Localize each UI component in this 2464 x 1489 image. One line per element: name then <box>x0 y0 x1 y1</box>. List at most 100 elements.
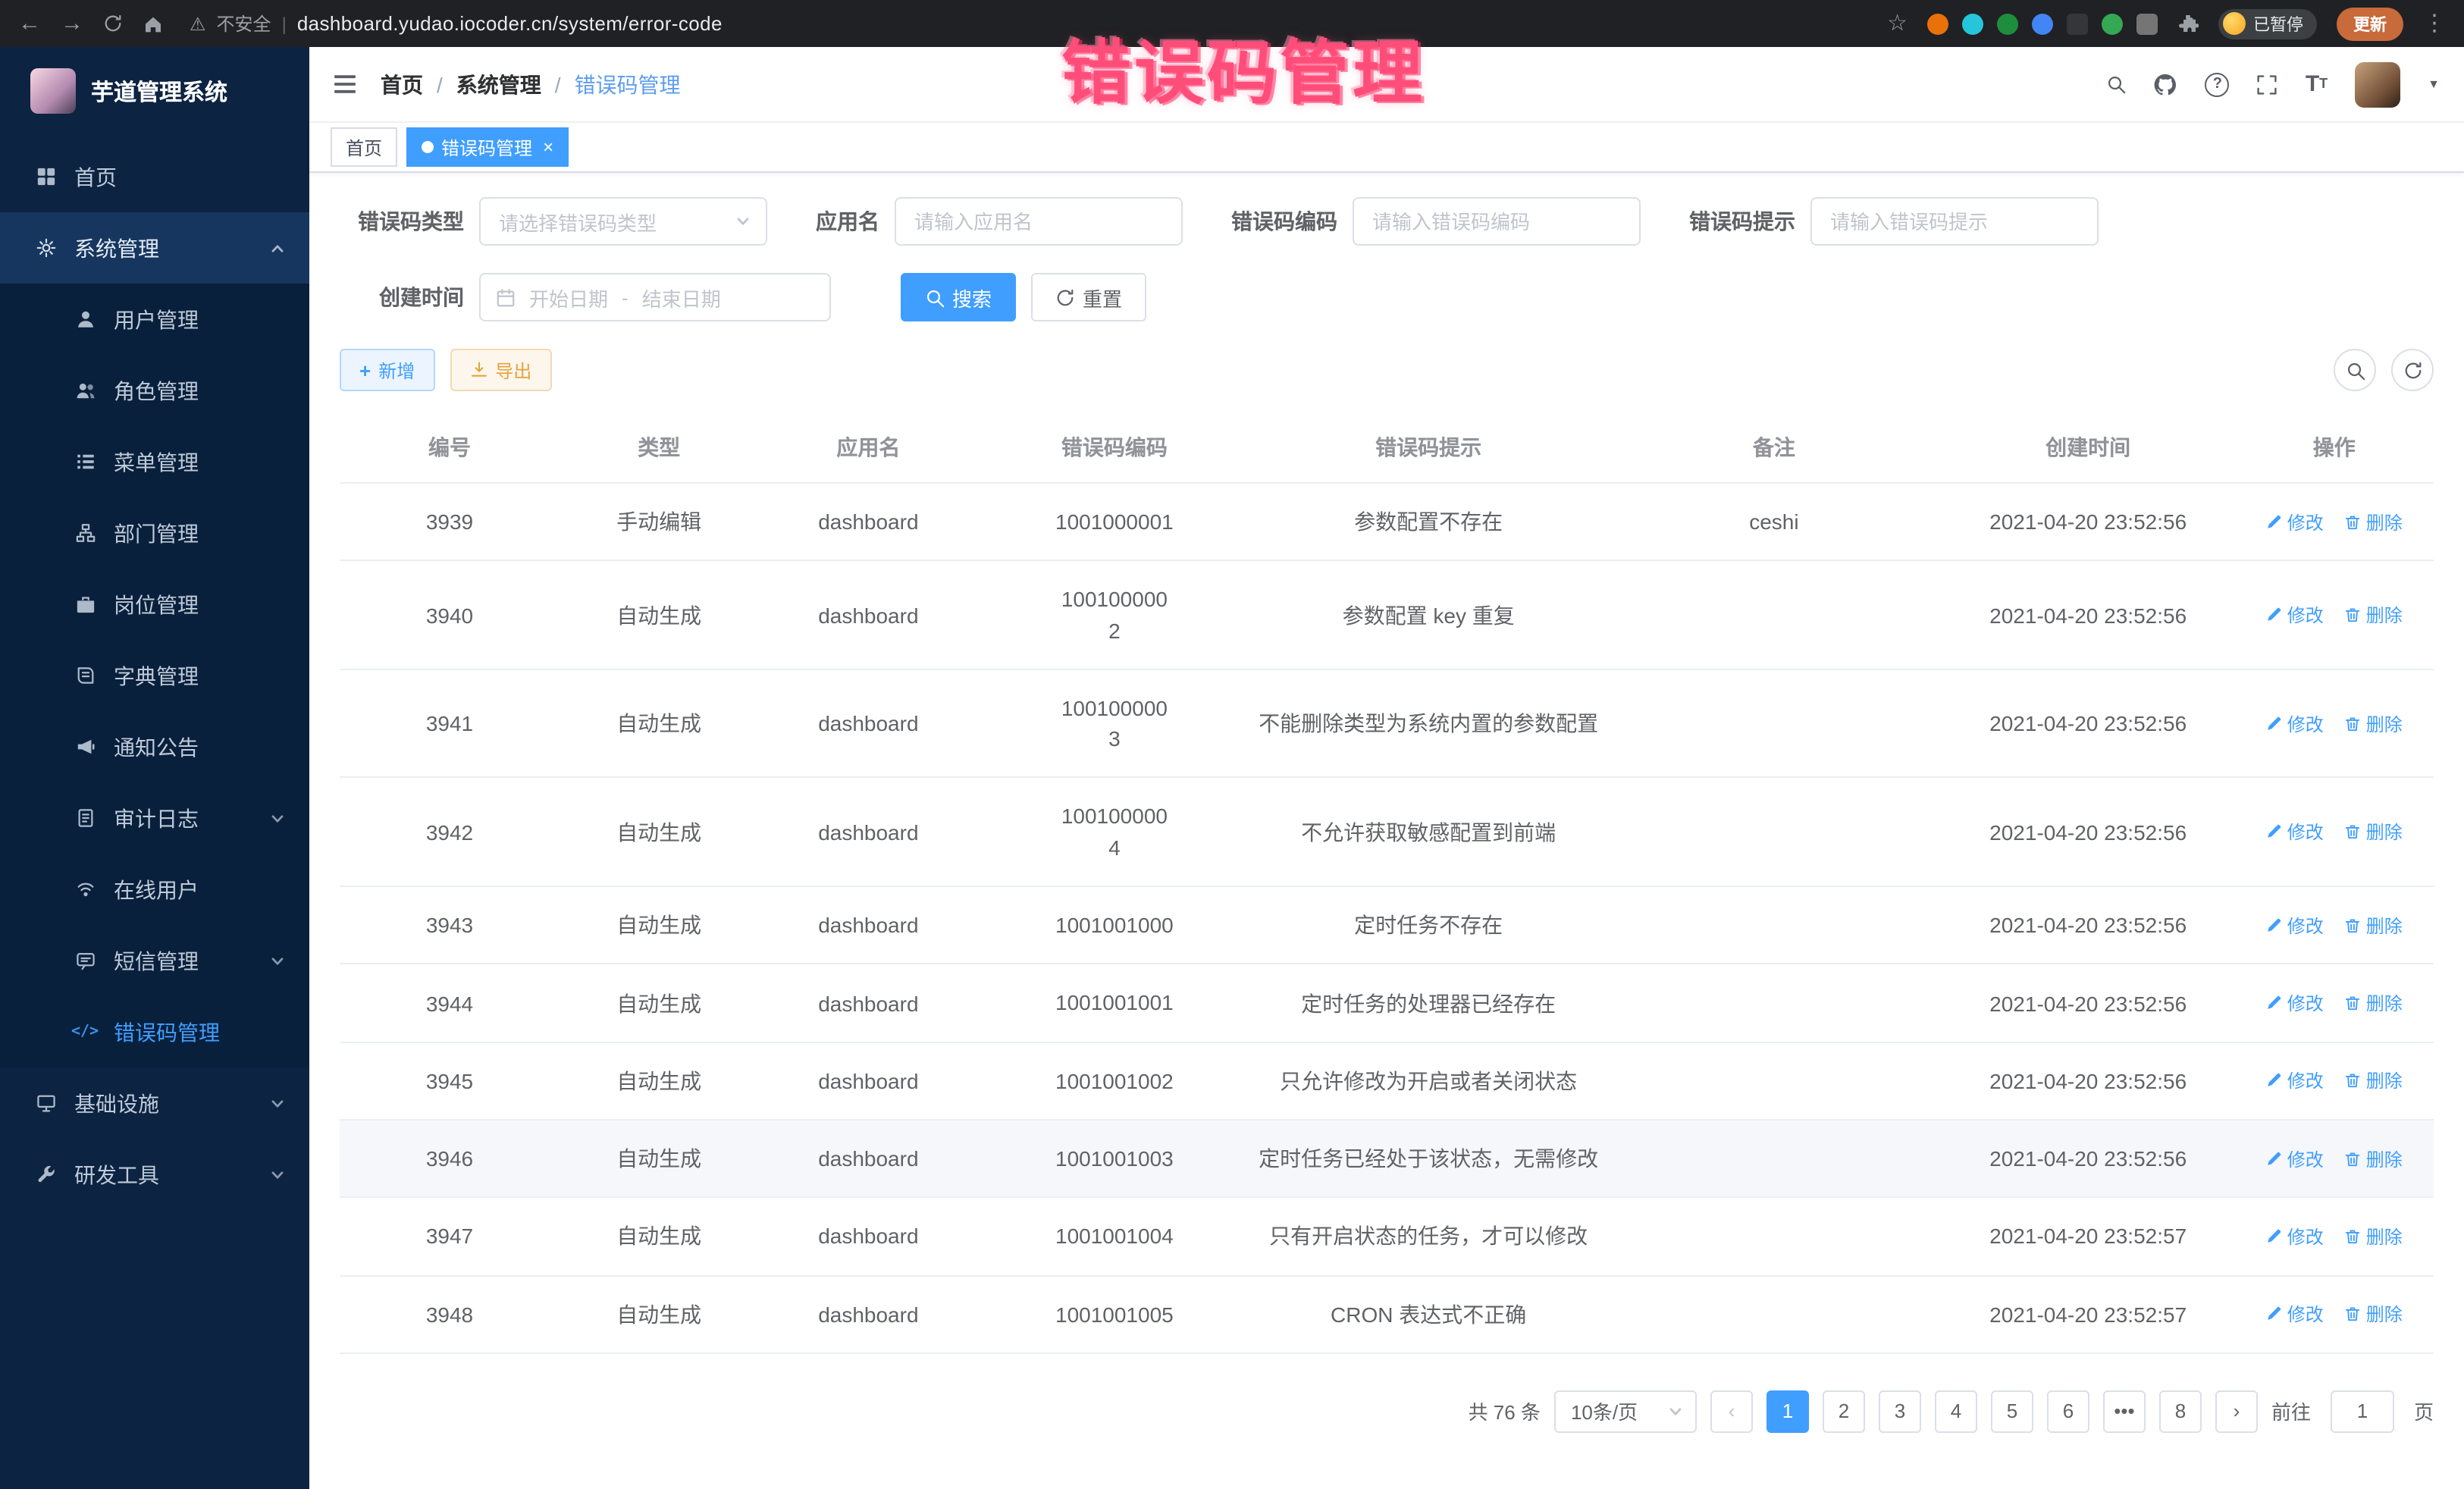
tab-home[interactable]: 首页 <box>331 127 397 167</box>
extension-icon[interactable] <box>1997 13 2018 34</box>
edit-link[interactable]: 修改 <box>2266 1068 2324 1094</box>
error-code-input[interactable] <box>1353 197 1641 246</box>
wrench-icon <box>33 1165 58 1184</box>
fullscreen-icon[interactable] <box>2257 74 2278 95</box>
edit-link[interactable]: 修改 <box>2266 1301 2324 1327</box>
delete-link[interactable]: 删除 <box>2345 990 2403 1016</box>
table-body: 3939手动编辑dashboard1001000001参数配置不存在ceshi2… <box>340 483 2434 1353</box>
avatar-caret-icon[interactable]: ▼ <box>2428 77 2440 91</box>
update-button[interactable]: 更新 <box>2337 7 2403 40</box>
sidebar-item[interactable]: 短信管理 <box>0 925 309 996</box>
delete-link[interactable]: 删除 <box>2345 710 2403 736</box>
sidebar-item[interactable]: 角色管理 <box>0 355 309 426</box>
refresh-table-icon[interactable] <box>2391 349 2434 391</box>
extension-icon[interactable] <box>2067 13 2088 34</box>
delete-link[interactable]: 删除 <box>2345 602 2403 628</box>
filter-app-name: 应用名 <box>816 197 1183 246</box>
edit-link[interactable]: 修改 <box>2266 990 2324 1016</box>
profile-chip[interactable]: 已暂停 <box>2218 8 2317 39</box>
app-logo[interactable]: 芋道管理系统 <box>0 47 309 135</box>
edit-link[interactable]: 修改 <box>2266 1146 2324 1171</box>
sidebar-item[interactable]: 岗位管理 <box>0 569 309 640</box>
sidebar-item[interactable]: 字典管理 <box>0 640 309 711</box>
user-avatar[interactable] <box>2355 61 2400 107</box>
edit-link[interactable]: 修改 <box>2266 509 2324 534</box>
delete-link[interactable]: 删除 <box>2345 1301 2403 1327</box>
delete-link[interactable]: 删除 <box>2345 820 2403 845</box>
bookmark-star-icon[interactable]: ☆ <box>1887 12 1908 35</box>
browser-home-icon[interactable] <box>143 13 164 34</box>
app-name-input[interactable] <box>895 197 1183 246</box>
cell-app: dashboard <box>758 1275 978 1353</box>
search-button[interactable]: 搜索 <box>901 273 1016 321</box>
prev-page-button[interactable]: ‹ <box>1710 1390 1753 1433</box>
toggle-search-icon[interactable] <box>2334 349 2376 391</box>
edit-link[interactable]: 修改 <box>2266 602 2324 628</box>
browser-menu-icon[interactable]: ⋮ <box>2423 12 2446 35</box>
date-range-picker[interactable]: 开始日期 - 结束日期 <box>479 273 831 321</box>
tab-close-icon[interactable]: × <box>543 138 553 156</box>
next-page-button[interactable]: › <box>2215 1390 2258 1433</box>
page-button-5[interactable]: 5 <box>1991 1390 2033 1433</box>
sidebar-item[interactable]: 研发工具 <box>0 1139 309 1210</box>
cell-hint: 参数配置 key 重复 <box>1250 561 1607 669</box>
sidebar-item[interactable]: </>错误码管理 <box>0 996 309 1067</box>
reload-icon[interactable] <box>103 14 123 33</box>
export-button[interactable]: 导出 <box>450 349 551 391</box>
url-text[interactable]: dashboard.yudao.iocoder.cn/system/error-… <box>297 12 723 35</box>
delete-link[interactable]: 删除 <box>2345 1224 2403 1249</box>
sidebar-item[interactable]: 用户管理 <box>0 284 309 355</box>
goto-page-input[interactable] <box>2331 1390 2394 1433</box>
sidebar-item[interactable]: 菜单管理 <box>0 426 309 497</box>
extensions-puzzle-icon[interactable] <box>2177 13 2199 34</box>
breadcrumb-system[interactable]: 系统管理 <box>456 69 541 99</box>
extension-icon[interactable] <box>2136 13 2158 34</box>
page-button-6[interactable]: 6 <box>2047 1390 2089 1433</box>
breadcrumb-current: 错误码管理 <box>575 69 681 99</box>
delete-link[interactable]: 删除 <box>2345 509 2403 534</box>
extension-icon[interactable] <box>2032 13 2053 34</box>
edit-link[interactable]: 修改 <box>2266 1224 2324 1249</box>
sidebar-item[interactable]: 首页 <box>0 141 309 212</box>
breadcrumb-home[interactable]: 首页 <box>381 69 423 99</box>
extension-icon[interactable] <box>1962 13 1983 34</box>
sidebar-item-label: 在线用户 <box>114 874 285 904</box>
extension-icon[interactable] <box>1927 13 1948 34</box>
delete-link[interactable]: 删除 <box>2345 1146 2403 1171</box>
error-type-select[interactable]: 请选择错误码类型 <box>479 197 767 246</box>
edit-link[interactable]: 修改 <box>2266 710 2324 736</box>
header-search-icon[interactable] <box>2107 74 2127 94</box>
sidebar-item[interactable]: 基础设施 <box>0 1067 309 1139</box>
error-code-label: 错误码编码 <box>1231 206 1337 237</box>
add-button[interactable]: + 新增 <box>340 349 434 391</box>
sidebar-item[interactable]: 审计日志 <box>0 782 309 854</box>
address-bar[interactable]: ⚠ 不安全 | dashboard.yudao.iocoder.cn/syste… <box>190 11 723 36</box>
page-button-8[interactable]: 8 <box>2159 1390 2202 1433</box>
sidebar-item[interactable]: 通知公告 <box>0 711 309 782</box>
sidebar-item[interactable]: 系统管理 <box>0 212 309 284</box>
tab-error-code[interactable]: 错误码管理× <box>406 127 569 167</box>
security-label[interactable]: 不安全 <box>217 11 271 36</box>
forward-icon[interactable]: → <box>61 12 83 35</box>
page-button-2[interactable]: 2 <box>1823 1390 1865 1433</box>
delete-link[interactable]: 删除 <box>2345 1068 2403 1094</box>
font-size-icon[interactable]: TT <box>2306 73 2328 96</box>
page-button-3[interactable]: 3 <box>1879 1390 1921 1433</box>
sidebar-item[interactable]: 部门管理 <box>0 497 309 569</box>
error-hint-input[interactable] <box>1810 197 2099 246</box>
edit-link[interactable]: 修改 <box>2266 820 2324 845</box>
reset-button[interactable]: 重置 <box>1031 273 1146 321</box>
extension-icon[interactable] <box>2102 13 2123 34</box>
sidebar-item[interactable]: 在线用户 <box>0 854 309 925</box>
page-button-1[interactable]: 1 <box>1766 1390 1809 1433</box>
page-size-select[interactable]: 10条/页 <box>1554 1390 1697 1433</box>
delete-link[interactable]: 删除 <box>2345 912 2403 938</box>
pager-ellipsis[interactable]: ••• <box>2103 1390 2146 1433</box>
github-icon[interactable] <box>2154 72 2178 96</box>
page-button-4[interactable]: 4 <box>1935 1390 1977 1433</box>
page-size-label: 10条/页 <box>1571 1397 1638 1426</box>
edit-link[interactable]: 修改 <box>2266 912 2324 938</box>
help-icon[interactable]: ? <box>2205 72 2230 96</box>
back-icon[interactable]: ← <box>18 12 41 35</box>
hamburger-icon[interactable] <box>334 73 356 96</box>
